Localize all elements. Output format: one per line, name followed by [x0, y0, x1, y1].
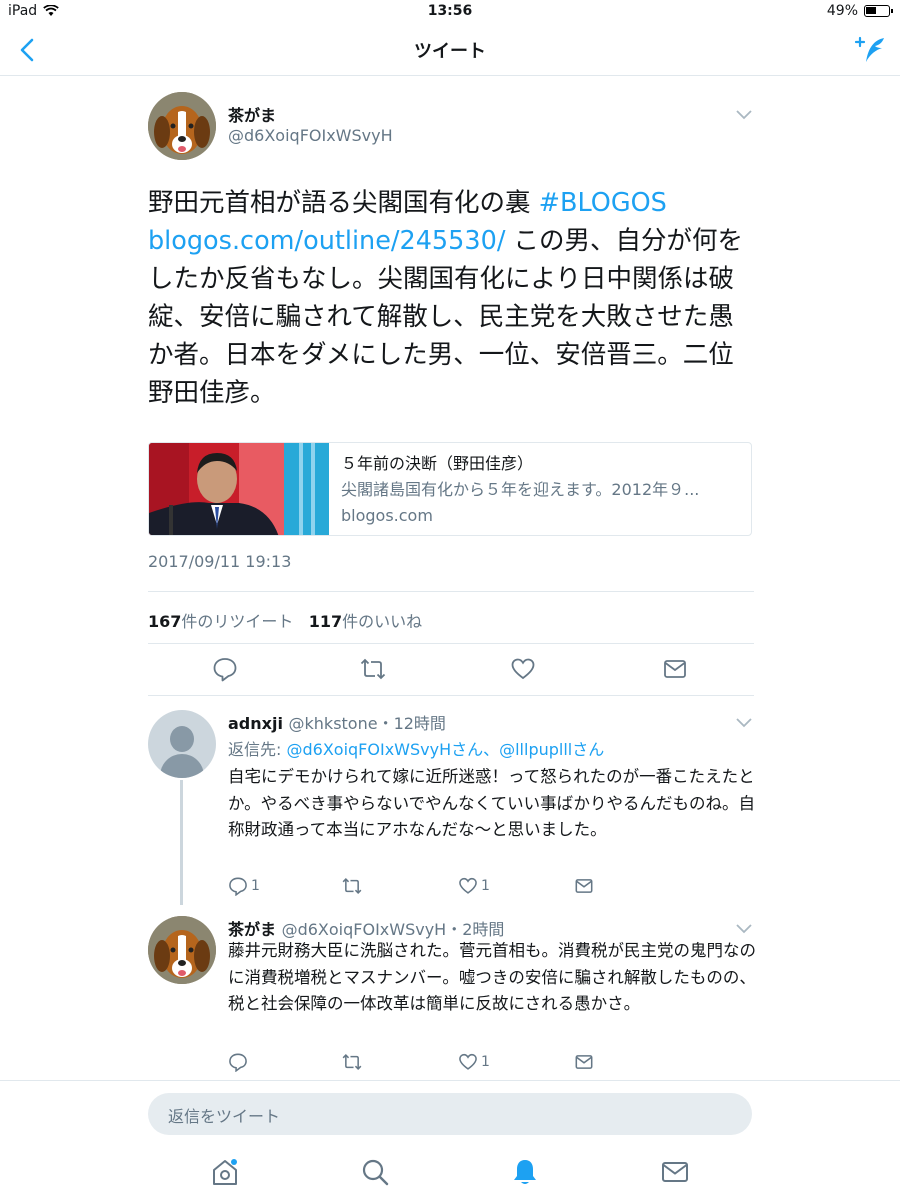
reply-tweet[interactable]: adnxji @khkstone・12時間 返信先: @d6XoiqFOIxWS…: [148, 710, 755, 896]
avatar[interactable]: [148, 916, 216, 984]
retweet-icon: [342, 877, 362, 895]
like-button[interactable]: 1: [458, 876, 490, 896]
direct-message-icon[interactable]: [662, 656, 688, 682]
author-handle[interactable]: @d6XoiqFOIxWSvyH: [228, 126, 393, 145]
compose-tweet-icon[interactable]: [852, 34, 888, 66]
beagle-avatar-image: [148, 92, 216, 160]
reply-count: 1: [251, 878, 260, 894]
reply-actions: 1 1: [228, 876, 628, 898]
battery-icon: [864, 5, 893, 17]
like-heart-icon[interactable]: [510, 656, 536, 682]
message-button[interactable]: [574, 876, 594, 896]
reply-meta: @khkstone・12時間: [288, 714, 446, 733]
reply-icon: [229, 877, 247, 896]
reply-actions: 1: [228, 1052, 628, 1074]
thread-connector: [180, 780, 183, 905]
retweet-button[interactable]: [342, 1052, 362, 1072]
retweet-button[interactable]: [342, 876, 362, 896]
reply-author[interactable]: adnxji @khkstone・12時間: [228, 710, 446, 734]
bottom-area: 返信をツイート: [0, 1080, 900, 1200]
tweet-text-part1: 野田元首相が語る尖閣国有化の裏: [148, 188, 539, 218]
tweet-timestamp: 2017/09/11 19:13: [148, 552, 292, 571]
page-title: ツイート: [414, 41, 486, 62]
like-count: 1: [481, 1054, 490, 1070]
message-button[interactable]: [574, 1052, 594, 1072]
direct-message-icon: [575, 879, 593, 893]
reply-composer-input[interactable]: 返信をツイート: [148, 1093, 752, 1135]
reply-to-line: 返信先: @d6XoiqFOIxWSvyHさん、@lllpuplllさん: [228, 740, 605, 759]
card-thumbnail: [149, 443, 329, 535]
reply-button[interactable]: [228, 1052, 251, 1072]
speaker-photo-image: [149, 443, 329, 535]
author-name[interactable]: 茶がま: [228, 102, 276, 126]
tweet-text: 野田元首相が語る尖閣国有化の裏 #BLOGOS blogos.com/outlin…: [148, 184, 759, 412]
card-text: ５年前の決断（野田佳彦） 尖閣諸島国有化から５年を迎えます。2012年９... …: [329, 443, 745, 535]
reply-text: 藤井元財務大臣に洗脳された。菅元首相も。消費税が民主党の鬼門なのに消費税増税とマ…: [228, 941, 756, 1013]
hashtag-link[interactable]: #BLOGOS: [539, 188, 667, 218]
beagle-avatar-image: [148, 916, 216, 984]
retweet-stat[interactable]: 167件のリツイート: [148, 612, 293, 631]
avatar-body-shape: [160, 754, 204, 778]
like-heart-icon: [459, 877, 477, 894]
tab-bar: [0, 1149, 900, 1199]
retweet-icon[interactable]: [360, 656, 386, 682]
divider: [148, 643, 754, 644]
reply-author[interactable]: 茶がま @d6XoiqFOIxWSvyH・2時間: [228, 916, 504, 940]
card-domain: blogos.com: [341, 506, 433, 525]
engagement-stats: 167件のリツイート 117件のいいね: [148, 608, 422, 632]
chevron-down-icon[interactable]: [736, 924, 752, 934]
battery-fill: [866, 7, 876, 14]
avatar[interactable]: [148, 92, 216, 160]
direct-message-icon: [575, 1055, 593, 1069]
divider: [148, 695, 754, 696]
like-count: 1: [481, 878, 490, 894]
reply-icon: [229, 1053, 247, 1072]
like-stat[interactable]: 117件のいいね: [309, 612, 422, 631]
like-button[interactable]: 1: [458, 1052, 490, 1072]
like-heart-icon: [459, 1053, 477, 1070]
reply-button[interactable]: 1: [228, 876, 260, 896]
messages-icon[interactable]: [660, 1157, 690, 1187]
status-right: 49%: [826, 3, 893, 19]
chevron-down-icon[interactable]: [736, 110, 752, 120]
card-title: ５年前の決断（野田佳彦）: [341, 454, 534, 473]
link-preview-card[interactable]: ５年前の決断（野田佳彦） 尖閣諸島国有化から５年を迎えます。2012年９... …: [148, 442, 752, 536]
avatar-head-shape: [170, 726, 194, 752]
notifications-bell-icon[interactable]: [510, 1157, 540, 1187]
navigation-bar: ツイート: [0, 24, 900, 76]
url-link[interactable]: blogos.com/outline/245530/: [148, 226, 505, 256]
status-time: 13:56: [427, 3, 473, 19]
reply-text: 自宅にデモかけられて嫁に近所迷惑！って怒られたのが一番こたえたとか。やるべき事や…: [228, 767, 756, 839]
chevron-down-icon[interactable]: [736, 718, 752, 728]
reply-to-mentions[interactable]: @d6XoiqFOIxWSvyHさん、@lllpuplllさん: [286, 740, 604, 759]
reply-meta: @d6XoiqFOIxWSvyH・2時間: [281, 920, 505, 939]
divider: [148, 591, 754, 592]
battery-percent: 49%: [826, 3, 858, 19]
reply-icon[interactable]: [212, 656, 238, 682]
default-avatar[interactable]: [148, 710, 216, 778]
search-icon[interactable]: [360, 1157, 390, 1187]
home-icon[interactable]: [210, 1157, 240, 1187]
retweet-icon: [342, 1053, 362, 1071]
card-description: 尖閣諸島国有化から５年を迎えます。2012年９...: [341, 480, 700, 499]
tweet-actions: [148, 656, 754, 684]
status-bar: iPad 13:56 49%: [0, 0, 900, 24]
